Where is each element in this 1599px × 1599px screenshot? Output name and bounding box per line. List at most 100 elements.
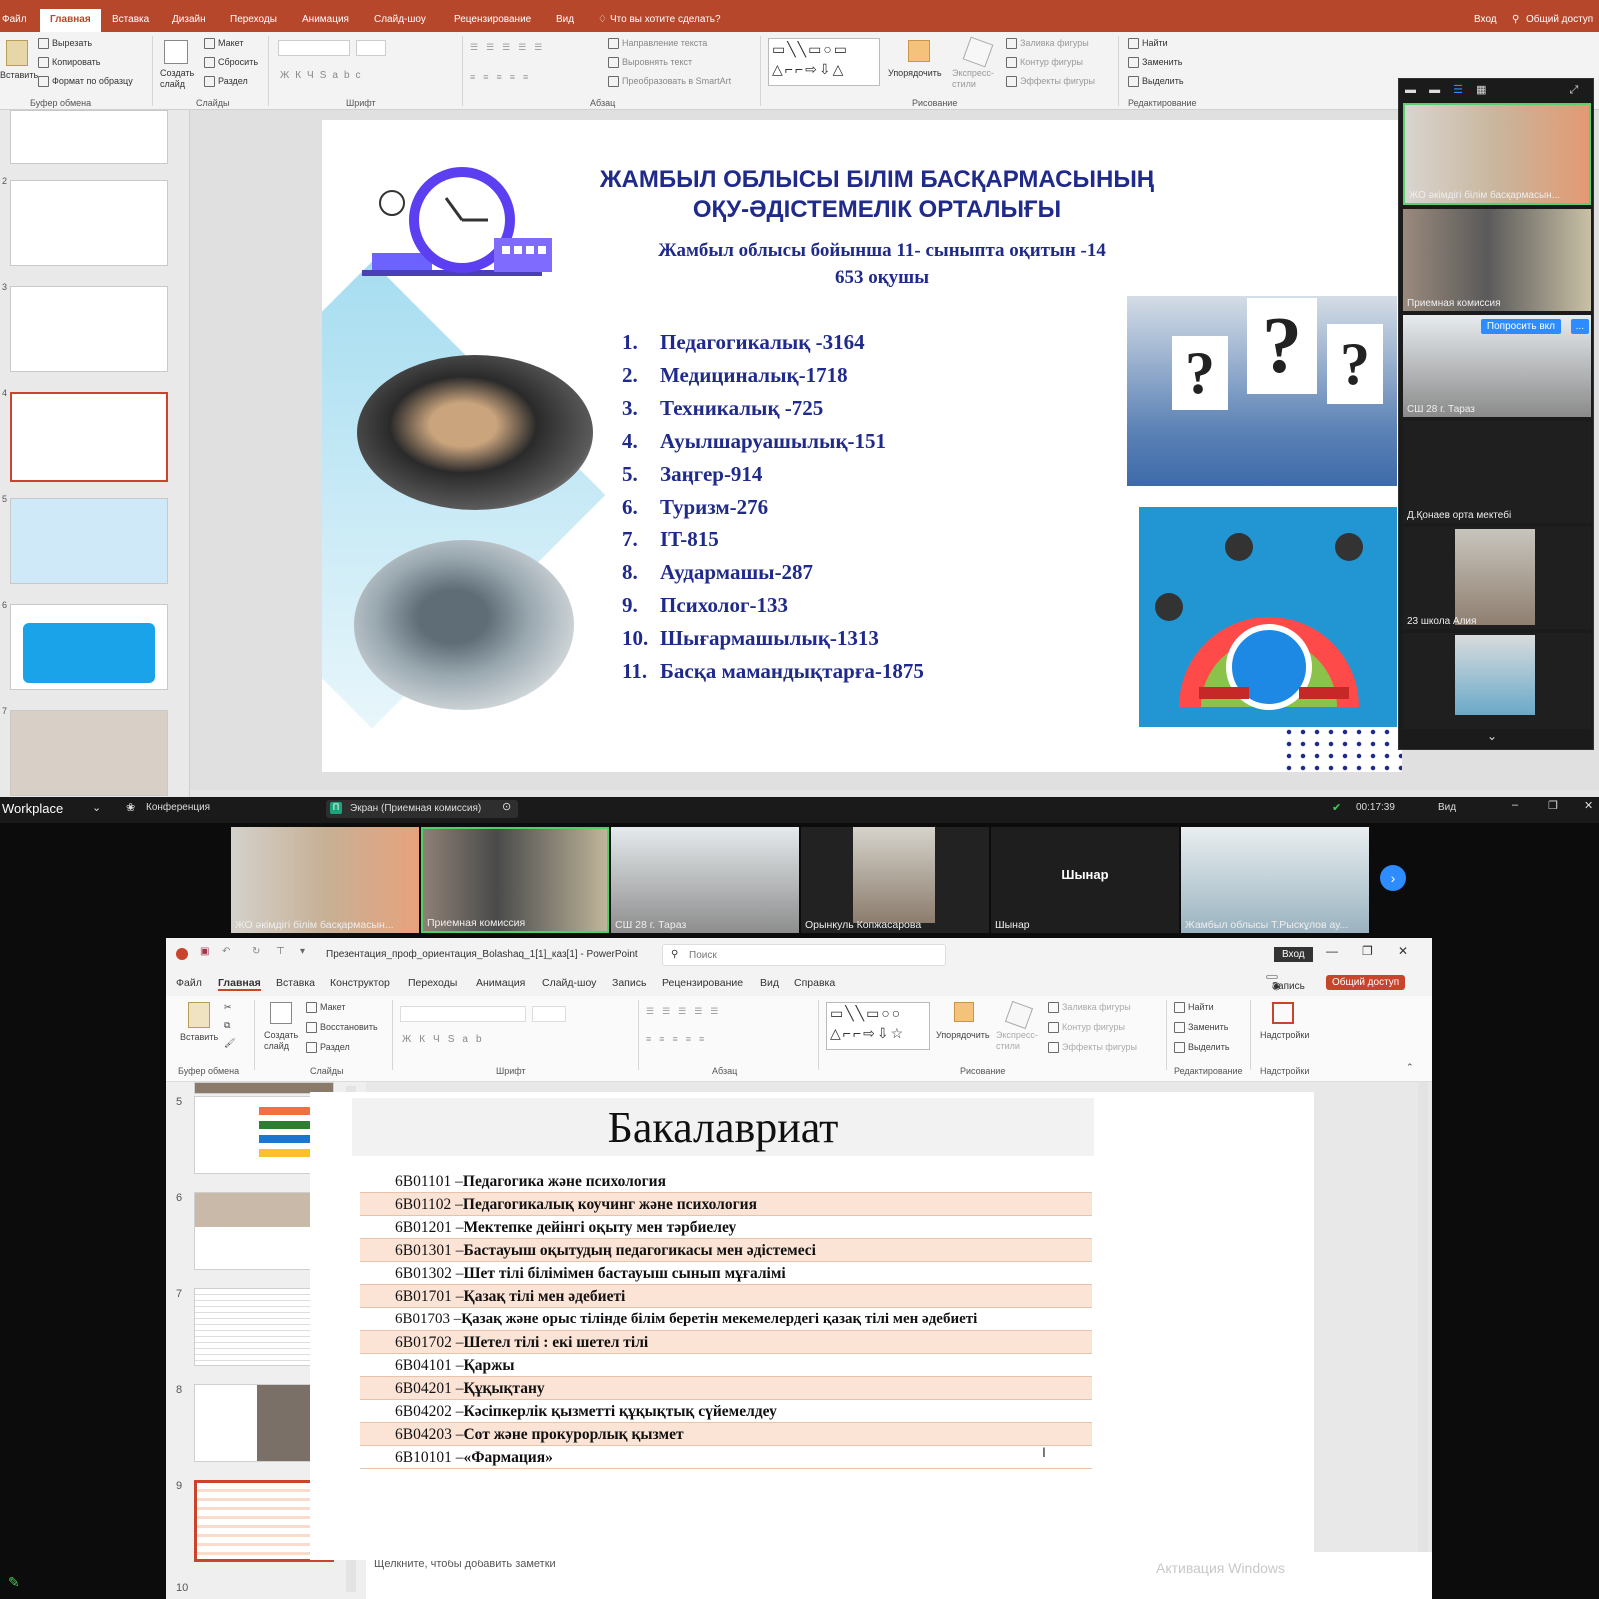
list-buttons[interactable]: ☰☰☰☰☰ [470,42,550,53]
next-page-button[interactable]: › [1380,865,1406,891]
find-button[interactable]: Найти [1128,38,1168,50]
tab-view[interactable]: Вид [556,14,574,25]
paste-icon[interactable] [6,40,28,66]
font-name-dropdown[interactable] [278,40,350,56]
smartart-button[interactable]: Преобразовать в SmartArt [608,76,731,88]
share-button[interactable]: Общий доступ [1526,14,1593,25]
slide-thumbnail[interactable] [10,710,168,796]
copy-button[interactable]: Копировать [38,57,100,69]
quick-styles-icon[interactable] [962,36,994,68]
align-text-button[interactable]: Выровнять текст [608,57,692,69]
new-slide-icon[interactable] [270,1002,292,1024]
slide-thumbnail-selected[interactable] [10,392,168,482]
font-format-buttons[interactable]: ЖКЧSab [402,1034,490,1045]
slide-thumbnail[interactable] [10,110,168,164]
ask-to-start-video-button[interactable]: Попросить вкл [1480,319,1561,334]
participant-tile[interactable]: Попросить вкл ... СШ 28 г. Тараз [1403,315,1591,417]
cut-button[interactable]: Вырезать [38,38,92,50]
tab-file[interactable]: Файл [176,977,202,989]
participant-tile[interactable]: ЖО әкімдігі білім басқармасын... [1403,103,1591,205]
participant-tile[interactable]: 23 школа Алия [1403,527,1591,629]
expand-icon[interactable]: ⤢ [1570,84,1579,96]
shape-outline-button[interactable]: Контур фигуры [1006,57,1083,69]
addins-button[interactable]: Надстройки [1260,1030,1309,1040]
signin-button[interactable]: Вход [1274,947,1313,962]
minimize-icon[interactable]: – [1512,799,1518,811]
select-button[interactable]: Выделить [1174,1042,1230,1054]
shape-effects-button[interactable]: Эффекты фигуры [1048,1042,1137,1054]
search-box[interactable]: ⚲ Поиск [662,944,946,966]
replace-button[interactable]: Заменить [1174,1022,1228,1034]
new-slide-icon[interactable] [164,40,188,64]
canvas-scrollbar[interactable] [1418,1082,1428,1552]
tab-insert[interactable]: Вставка [112,14,149,25]
participant-tile[interactable] [1403,633,1591,729]
tell-me-box[interactable]: Что вы хотите сделать? [610,14,721,25]
tab-transitions[interactable]: Переходы [408,977,457,989]
participant-tile[interactable]: Д.Қонаев орта мектебі [1403,421,1591,523]
replace-button[interactable]: Заменить [1128,57,1182,69]
arrange-button[interactable]: Упорядочить [936,1030,990,1040]
cut-icon[interactable]: ✂ [224,1002,232,1013]
quick-styles-button[interactable]: Экспресс-стили [952,68,1000,90]
participant-tile[interactable]: ЖО әкімдігі білім басқармасын... [231,827,419,933]
font-size-dropdown[interactable] [356,40,386,56]
tab-design[interactable]: Конструктор [330,977,390,989]
layout-button[interactable]: Макет [204,38,243,50]
collapse-ribbon-icon[interactable]: ⌃ [1406,1062,1414,1073]
tab-review[interactable]: Рецензирование [454,14,531,25]
select-button[interactable]: Выделить [1128,76,1184,88]
redo-icon[interactable]: ↻ [252,946,260,957]
tab-insert[interactable]: Вставка [276,977,315,989]
present-icon[interactable]: ⊤ [276,946,285,957]
tab-help[interactable]: Справка [794,977,835,989]
participant-tile[interactable]: Орынкуль Копжасарова [801,827,989,933]
slide-thumbnail[interactable] [10,180,168,266]
quick-styles-icon[interactable] [1004,1000,1034,1030]
align-buttons[interactable]: ≡≡≡≡≡ [470,72,536,82]
new-slide-button[interactable]: Создать слайд [264,1030,304,1052]
quick-access-menu-icon[interactable]: ▾ [300,946,305,957]
reset-button[interactable]: Сбросить [204,57,258,69]
list-buttons[interactable]: ☰☰☰☰☰ [646,1006,726,1017]
tab-slideshow[interactable]: Слайд-шоу [542,977,596,989]
chevron-down-icon[interactable]: ⌄ [92,801,101,814]
tab-animations[interactable]: Анимация [476,977,525,989]
record-button[interactable]: ◉ Запись [1266,975,1305,992]
tab-file[interactable]: Файл [2,14,27,25]
copy-icon[interactable]: ⧉ [224,1020,230,1031]
restore-icon[interactable]: ❐ [1548,799,1558,812]
annotate-pen-icon[interactable]: ✎ [8,1574,20,1591]
section-button[interactable]: Раздел [306,1042,350,1054]
tab-design[interactable]: Дизайн [172,14,206,25]
grid-view-icon[interactable]: ▦ [1476,84,1486,96]
addins-icon[interactable] [1272,1002,1294,1024]
participant-tile[interactable]: СШ 28 г. Тараз [611,827,799,933]
slide-thumbnail[interactable] [10,286,168,372]
align-buttons[interactable]: ≡≡≡≡≡ [646,1034,712,1044]
paste-button[interactable]: Вставить [180,1032,218,1042]
restore-icon[interactable]: ❐ [1362,944,1373,958]
tile-icon[interactable]: ▬ [1429,84,1440,96]
font-size-dropdown[interactable] [532,1006,566,1022]
paste-button[interactable]: Вставить [0,70,38,80]
shape-fill-button[interactable]: Заливка фигуры [1006,38,1089,50]
find-button[interactable]: Найти [1174,1002,1214,1014]
minimize-icon[interactable]: — [1326,944,1338,958]
arrange-icon[interactable] [954,1002,974,1022]
close-icon[interactable]: ✕ [1584,799,1593,812]
more-button[interactable]: ... [1570,319,1589,334]
tab-review[interactable]: Рецензирование [662,977,743,989]
shape-outline-button[interactable]: Контур фигуры [1048,1022,1125,1034]
tab-home[interactable]: Главная [218,977,261,991]
signin-link[interactable]: Вход [1474,14,1497,25]
restore-button[interactable]: Восстановить [306,1022,378,1034]
font-format-buttons[interactable]: ЖКЧSabc [280,70,367,81]
view-button[interactable]: Вид [1438,802,1456,813]
chevron-down-icon[interactable]: ⌄ [1487,729,1497,743]
section-button[interactable]: Раздел [204,76,248,88]
participant-tile[interactable]: Шынар Шынар [991,827,1179,933]
tab-home[interactable]: Главная [40,9,101,33]
minimize-icon[interactable]: ▬ [1405,84,1416,96]
list-view-icon[interactable]: ☰ [1453,84,1463,96]
